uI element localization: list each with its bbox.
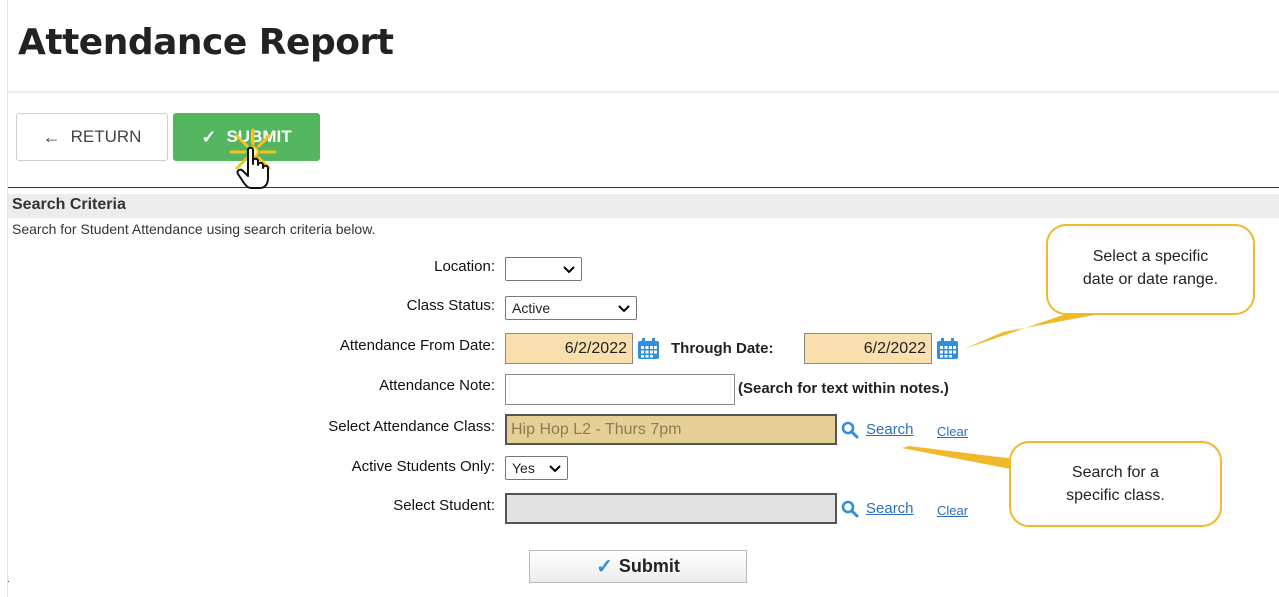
cursor-overlay bbox=[229, 128, 277, 189]
hand-pointer-icon bbox=[236, 146, 269, 189]
